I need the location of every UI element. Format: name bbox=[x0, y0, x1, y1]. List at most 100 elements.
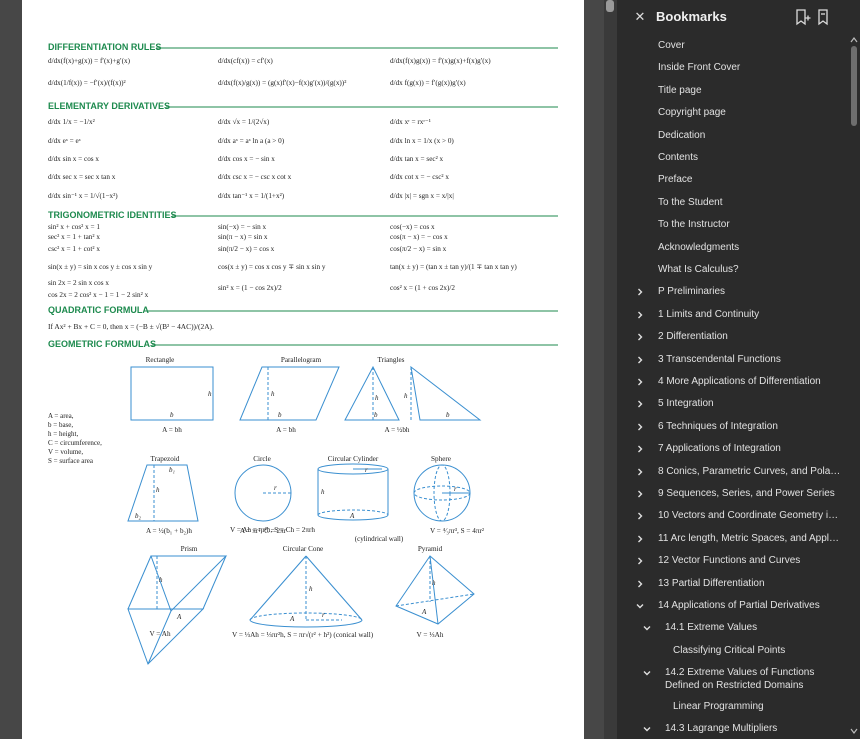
formula-deriv: d/dx sin⁻¹ x = 1/√(1−x²) bbox=[48, 192, 118, 200]
chevron-down-icon[interactable] bbox=[635, 601, 645, 611]
bookmark-item[interactable]: 10 Vectors and Coordinate Geometry in 3-… bbox=[617, 509, 848, 523]
formula-trig: sec² x = 1 + tan² x bbox=[48, 233, 100, 241]
chevron-right-icon[interactable] bbox=[635, 355, 645, 365]
chevron-right-icon[interactable] bbox=[635, 287, 645, 297]
caption-cylinder: Circular Cylinder bbox=[328, 455, 379, 463]
bookmark-item[interactable]: 11 Arc length, Metric Spaces, and Applic… bbox=[617, 532, 848, 546]
chevron-right-icon[interactable] bbox=[635, 422, 645, 432]
label-a: A bbox=[176, 613, 182, 621]
bookmark-item[interactable]: 14 Applications of Partial Derivatives bbox=[617, 599, 848, 613]
bookmark-item[interactable]: 12 Vector Functions and Curves bbox=[617, 554, 848, 568]
bookmark-label: 1 Limits and Continuity bbox=[658, 308, 760, 320]
bookmark-item[interactable]: 4 More Applications of Differentiation bbox=[617, 375, 848, 389]
bookmark-item[interactable]: 14.2 Extreme Values of Functions Defined… bbox=[617, 666, 848, 694]
bookmark-item[interactable]: Dedication bbox=[617, 129, 848, 143]
formula-deriv: d/dx tan x = sec² x bbox=[390, 155, 444, 163]
formula-trig: cos(π/2 − x) = sin x bbox=[390, 245, 447, 253]
bookmark-item[interactable]: Inside Front Cover bbox=[617, 61, 848, 75]
document-scroll-indicator[interactable] bbox=[606, 0, 614, 12]
pyramid-outline bbox=[395, 555, 475, 625]
bookmark-item[interactable]: To the Student bbox=[617, 196, 848, 210]
formula-deriv: d/dx xʳ = rxʳ⁻¹ bbox=[390, 118, 431, 126]
label-h: h bbox=[208, 390, 212, 398]
caption-cone: Circular Cone bbox=[283, 545, 324, 553]
bookmark-item[interactable]: Acknowledgments bbox=[617, 241, 848, 255]
label-b1: b₁ bbox=[169, 466, 175, 474]
scrollbar-thumb[interactable] bbox=[851, 46, 857, 126]
chevron-right-icon[interactable] bbox=[635, 489, 645, 499]
formula-trapezoid: A = ½(b₁ + b₂)h bbox=[146, 527, 192, 535]
bookmark-item[interactable]: Linear Programming bbox=[617, 700, 848, 714]
caption-triangles: Triangles bbox=[378, 356, 405, 364]
bookmark-item[interactable]: Cover bbox=[617, 39, 848, 53]
chevron-right-icon[interactable] bbox=[635, 467, 645, 477]
bookmark-label: Contents bbox=[658, 152, 699, 163]
add-bookmark-icon[interactable] bbox=[793, 8, 811, 26]
document-viewport[interactable]: DIFFERENTIATION RULES ELEMENTARY DERIVAT… bbox=[0, 0, 604, 739]
cone-side bbox=[305, 555, 363, 621]
chevron-right-icon[interactable] bbox=[635, 579, 645, 589]
chevron-right-icon[interactable] bbox=[635, 511, 645, 521]
bookmark-item[interactable]: 5 Integration bbox=[617, 397, 848, 411]
prism-edge bbox=[202, 555, 227, 610]
section-header-geometric: GEOMETRIC FORMULAS bbox=[48, 339, 156, 349]
section-header-elementary: ELEMENTARY DERIVATIVES bbox=[48, 101, 170, 111]
formula-trig: sin(x ± y) = sin x cos y ± cos x sin y bbox=[48, 263, 153, 271]
prism-edge bbox=[127, 555, 152, 610]
chevron-right-icon[interactable] bbox=[635, 399, 645, 409]
bookmark-icon[interactable] bbox=[814, 8, 832, 26]
bookmark-item[interactable]: 9 Sequences, Series, and Power Series bbox=[617, 487, 848, 501]
chevron-down-icon[interactable] bbox=[642, 724, 652, 734]
formula-deriv: d/dx tan⁻¹ x = 1/(1+x²) bbox=[218, 192, 285, 200]
bookmark-item[interactable]: To the Instructor bbox=[617, 218, 848, 232]
chevron-right-icon[interactable] bbox=[635, 310, 645, 320]
bookmark-item[interactable]: 7 Applications of Integration bbox=[617, 442, 848, 456]
bookmark-label: 10 Vectors and Coordinate Geometry in 3-… bbox=[658, 510, 841, 522]
bookmark-label: Linear Programming bbox=[673, 700, 764, 712]
label-b: b bbox=[170, 411, 174, 419]
bookmark-item[interactable]: What Is Calculus? bbox=[617, 263, 848, 277]
chevron-right-icon[interactable] bbox=[635, 444, 645, 454]
bookmarks-header: ✕ Bookmarks bbox=[617, 0, 860, 34]
bookmark-item[interactable]: Contents bbox=[617, 151, 848, 165]
bookmark-item[interactable]: Copyright page bbox=[617, 106, 848, 120]
bookmark-item[interactable]: Title page bbox=[617, 84, 848, 98]
formula-sum-rule: d/dx(f(x)+g(x)) = f′(x)+g′(x) bbox=[48, 57, 131, 65]
bookmark-item[interactable]: 3 Transcendental Functions bbox=[617, 353, 848, 367]
section-header-differentiation: DIFFERENTIATION RULES bbox=[48, 42, 161, 52]
label-b: b bbox=[374, 411, 378, 419]
scroll-down-icon[interactable] bbox=[850, 727, 858, 735]
bookmark-item[interactable]: 13 Partial Differentiation bbox=[617, 577, 848, 591]
bookmark-item[interactable]: 2 Differentiation bbox=[617, 330, 848, 344]
formula-trig: cos(x ± y) = cos x cos y ∓ sin x sin y bbox=[218, 263, 326, 271]
chevron-down-icon[interactable] bbox=[642, 623, 652, 633]
bookmark-item[interactable]: P Preliminaries bbox=[617, 285, 848, 299]
formula-deriv: d/dx 1/x = −1/x² bbox=[48, 118, 95, 126]
label-a: A bbox=[349, 512, 355, 520]
bookmark-item[interactable]: Preface bbox=[617, 173, 848, 187]
bookmark-item[interactable]: 6 Techniques of Integration bbox=[617, 420, 848, 434]
formula-deriv: d/dx aˣ = aˣ ln a (a > 0) bbox=[218, 137, 285, 145]
formula-sheet: DIFFERENTIATION RULES ELEMENTARY DERIVAT… bbox=[48, 42, 558, 665]
bookmark-list: Cover Inside Front Cover Title page Copyrig… bbox=[617, 34, 848, 739]
bookmark-item[interactable]: 1 Limits and Continuity bbox=[617, 308, 848, 322]
bookmark-item[interactable]: 14.1 Extreme Values bbox=[617, 621, 848, 635]
formula-sphere: V = ⁴⁄₃πr³, S = 4πr² bbox=[430, 527, 484, 535]
chevron-right-icon[interactable] bbox=[635, 332, 645, 342]
formula-deriv: d/dx sin x = cos x bbox=[48, 155, 99, 163]
bookmark-label: Cover bbox=[658, 40, 685, 51]
chevron-right-icon[interactable] bbox=[635, 534, 645, 544]
chevron-right-icon[interactable] bbox=[635, 377, 645, 387]
bookmark-item[interactable]: 8 Conics, Parametric Curves, and Polar C… bbox=[617, 465, 848, 479]
bookmark-item[interactable]: Classifying Critical Points bbox=[617, 644, 848, 658]
label-h: h bbox=[309, 585, 313, 593]
close-icon[interactable]: ✕ bbox=[631, 8, 649, 26]
legend-item: V = volume, bbox=[48, 448, 83, 456]
panel-scrollbar[interactable] bbox=[848, 34, 860, 739]
formula-quadratic: If Ax² + Bx + C = 0, then x = (−B ± √(B²… bbox=[48, 322, 214, 331]
chevron-down-icon[interactable] bbox=[642, 668, 652, 678]
scroll-up-icon[interactable] bbox=[850, 36, 858, 44]
parallelogram-shape bbox=[239, 366, 340, 421]
chevron-right-icon[interactable] bbox=[635, 556, 645, 566]
bookmark-item[interactable]: 14.3 Lagrange Multipliers bbox=[617, 722, 848, 736]
